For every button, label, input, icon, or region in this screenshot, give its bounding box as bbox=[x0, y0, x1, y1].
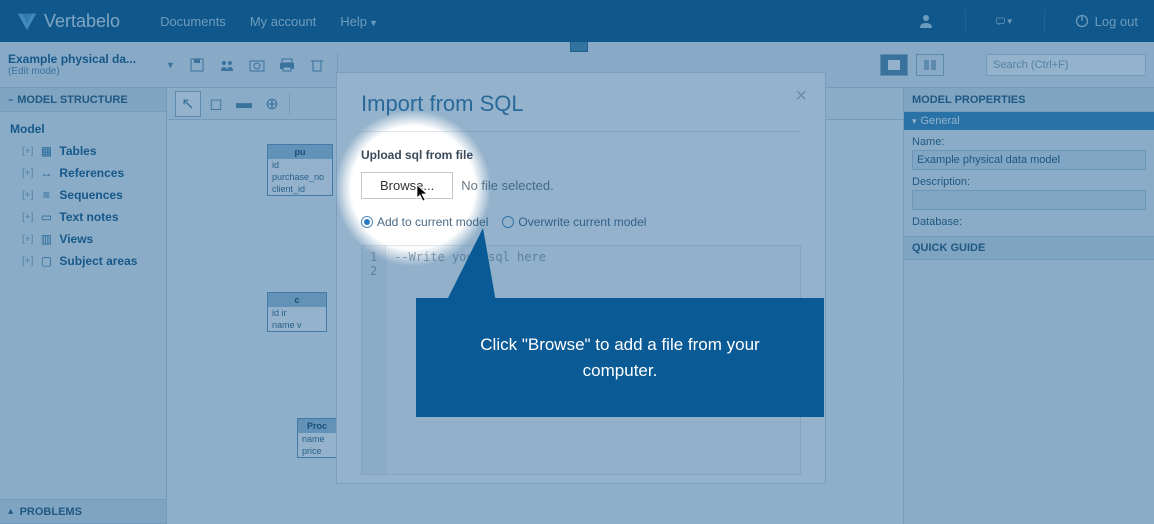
tree-references[interactable]: [+]↔References bbox=[0, 162, 166, 184]
model-properties-head[interactable]: MODEL PROPERTIES bbox=[904, 88, 1154, 112]
brand-icon bbox=[16, 10, 38, 32]
table-icon: ▦ bbox=[39, 144, 53, 158]
tutorial-callout: Click "Browse" to add a file from your c… bbox=[416, 298, 824, 417]
nav-help[interactable]: Help▼ bbox=[340, 14, 378, 29]
canvas-table-1[interactable]: pu id purchase_no client_id bbox=[267, 144, 333, 196]
notch-tab[interactable] bbox=[570, 42, 588, 52]
name-label: Name: bbox=[912, 136, 1146, 148]
save-icon[interactable] bbox=[185, 53, 209, 77]
nav-documents[interactable]: Documents bbox=[160, 14, 226, 29]
view-mode-single[interactable] bbox=[880, 54, 908, 76]
canvas-table-3[interactable]: Proc name price bbox=[297, 418, 337, 458]
reference-icon: ↔ bbox=[39, 166, 53, 180]
desc-input[interactable] bbox=[912, 190, 1146, 210]
notification-icon[interactable]: ▼ bbox=[996, 12, 1014, 30]
radio-checked-icon bbox=[361, 216, 373, 228]
search-input[interactable]: Search (Ctrl+F) bbox=[986, 54, 1146, 76]
note-icon: ▭ bbox=[39, 210, 53, 224]
modal-close-button[interactable]: × bbox=[795, 85, 807, 108]
doc-menu-caret[interactable]: ▼ bbox=[162, 60, 179, 70]
left-sidebar: −MODEL STRUCTURE Model [+]▦Tables [+]↔Re… bbox=[0, 88, 167, 524]
pointer-tool[interactable]: ↖ bbox=[175, 91, 201, 117]
tree-sequences[interactable]: [+]≡Sequences bbox=[0, 184, 166, 206]
desc-label: Description: bbox=[912, 176, 1146, 188]
browse-button[interactable]: Browse... bbox=[361, 172, 453, 199]
nav-account[interactable]: My account bbox=[250, 14, 316, 29]
view-mode-split[interactable] bbox=[916, 54, 944, 76]
camera-icon[interactable] bbox=[245, 53, 269, 77]
brand-text: Vertabelo bbox=[44, 11, 120, 32]
power-icon bbox=[1075, 14, 1089, 28]
canvas-table-2[interactable]: c id ir name v bbox=[267, 292, 327, 332]
db-label: Database: bbox=[912, 216, 1146, 228]
brand-logo[interactable]: Vertabelo bbox=[16, 10, 120, 32]
radio-add[interactable]: Add to current model bbox=[361, 215, 488, 229]
import-sql-modal: Import from SQL × Upload sql from file B… bbox=[336, 72, 826, 484]
general-section[interactable]: ▾General bbox=[904, 112, 1154, 130]
tree-views[interactable]: [+]▥Views bbox=[0, 228, 166, 250]
tree-tables[interactable]: [+]▦Tables bbox=[0, 140, 166, 162]
tree-subjectareas[interactable]: [+]▢Subject areas bbox=[0, 250, 166, 272]
view-icon: ▥ bbox=[39, 232, 53, 246]
tree-root[interactable]: Model bbox=[0, 118, 166, 140]
logout-button[interactable]: Log out bbox=[1075, 14, 1138, 29]
user-icon[interactable] bbox=[917, 12, 935, 30]
delete-icon[interactable] bbox=[305, 53, 329, 77]
radio-unchecked-icon bbox=[502, 216, 514, 228]
sequence-icon: ≡ bbox=[39, 188, 53, 202]
pan-tool[interactable]: ▬ bbox=[231, 91, 257, 117]
select-tool[interactable]: ◻ bbox=[203, 91, 229, 117]
area-icon: ▢ bbox=[39, 254, 53, 268]
model-structure-head[interactable]: −MODEL STRUCTURE bbox=[0, 88, 166, 112]
topnav: Documents My account Help▼ bbox=[160, 14, 378, 29]
topbar: Vertabelo Documents My account Help▼ ▼ L… bbox=[0, 0, 1154, 42]
quick-guide-head[interactable]: QUICK GUIDE bbox=[904, 236, 1154, 260]
doc-subtitle: (Edit mode) bbox=[8, 66, 156, 77]
no-file-text: No file selected. bbox=[461, 178, 554, 193]
problems-head[interactable]: ▸ PROBLEMS bbox=[0, 500, 166, 524]
doc-title-block[interactable]: Example physical da... (Edit mode) bbox=[8, 52, 156, 77]
zoom-tool[interactable]: ⊕ bbox=[259, 91, 285, 117]
model-tree: Model [+]▦Tables [+]↔References [+]≡Sequ… bbox=[0, 112, 166, 499]
tree-textnotes[interactable]: [+]▭Text notes bbox=[0, 206, 166, 228]
upload-label: Upload sql from file bbox=[361, 148, 801, 162]
doc-title: Example physical da... bbox=[8, 52, 156, 66]
right-sidebar: MODEL PROPERTIES ▾General Name: Example … bbox=[903, 88, 1154, 524]
share-icon[interactable] bbox=[215, 53, 239, 77]
print-icon[interactable] bbox=[275, 53, 299, 77]
name-input[interactable]: Example physical data model bbox=[912, 150, 1146, 170]
modal-title: Import from SQL bbox=[361, 91, 524, 117]
radio-overwrite[interactable]: Overwrite current model bbox=[502, 215, 646, 229]
